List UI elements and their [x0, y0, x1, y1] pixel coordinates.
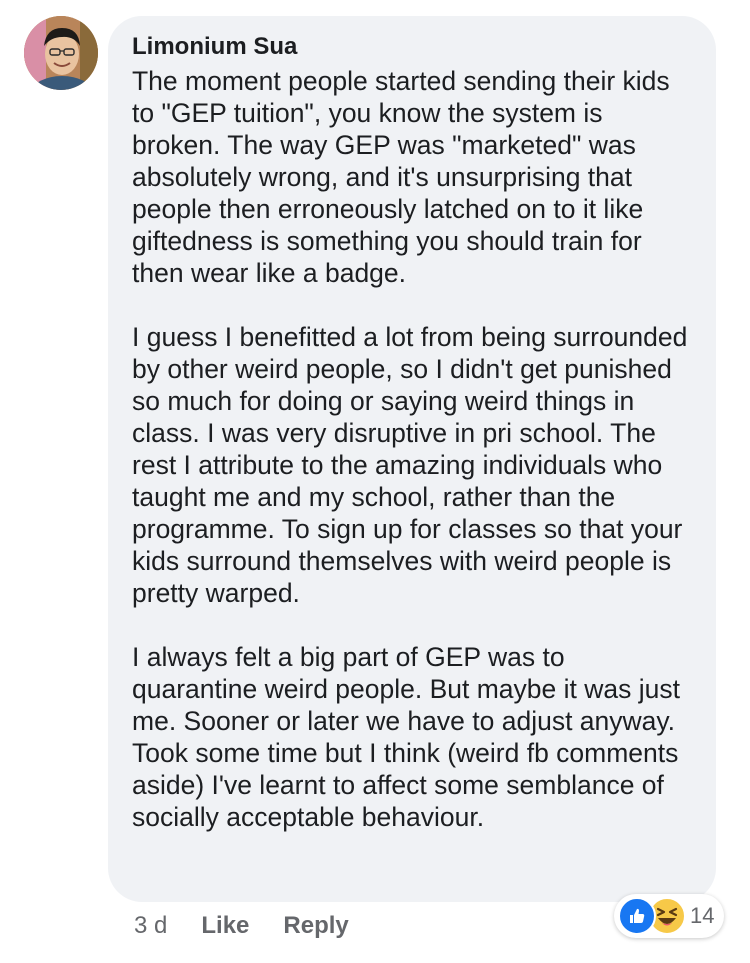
reply-button[interactable]: Reply: [283, 912, 348, 940]
comment-author[interactable]: Limonium Sua: [132, 33, 696, 61]
comment-paragraph: I guess I benefitted a lot from being su…: [132, 322, 688, 608]
like-icon: [618, 897, 656, 935]
avatar[interactable]: [24, 16, 98, 90]
reaction-count: 14: [690, 903, 715, 928]
comment-timestamp[interactable]: 3 d: [134, 912, 167, 940]
comment-actions: 3 d Like Reply: [134, 908, 383, 944]
reactions-summary[interactable]: 14: [614, 894, 725, 938]
like-button[interactable]: Like: [201, 912, 249, 940]
comment-text: The moment people started sending their …: [132, 65, 696, 833]
avatar-photo: [24, 16, 98, 90]
comment-paragraph: The moment people started sending their …: [132, 66, 670, 288]
comment-paragraph: I always felt a big part of GEP was to q…: [132, 642, 680, 832]
comment-bubble: Limonium Sua The moment people started s…: [108, 16, 716, 902]
